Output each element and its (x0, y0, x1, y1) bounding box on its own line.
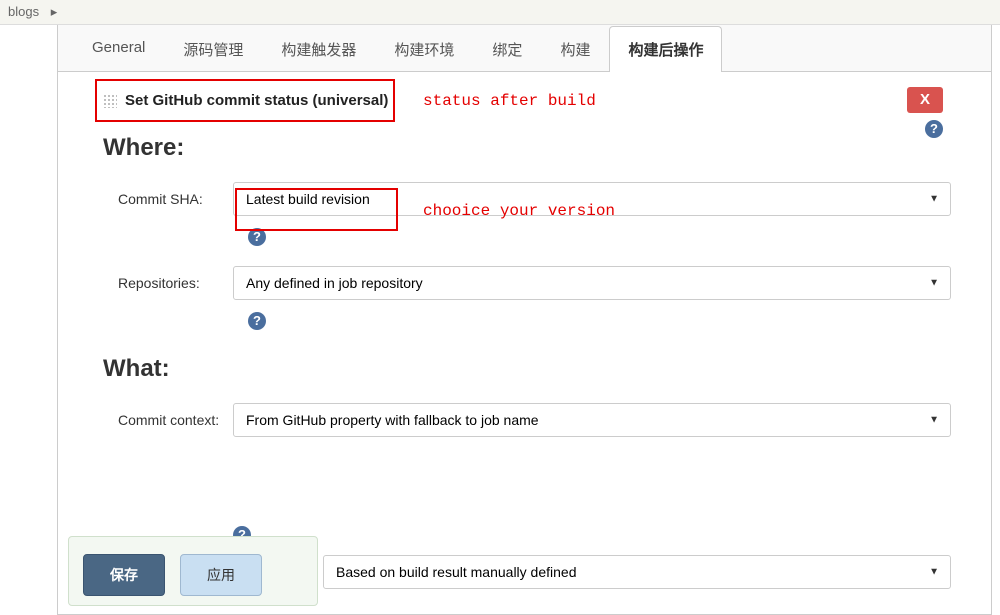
section-title: Set GitHub commit status (universal) (125, 92, 388, 109)
tab-bindings[interactable]: 绑定 (473, 26, 541, 72)
breadcrumb-item[interactable]: blogs (8, 4, 39, 19)
help-icon[interactable]: ? (925, 120, 943, 138)
annotation-text: chooice your version (423, 202, 615, 220)
tab-environment[interactable]: 构建环境 (375, 26, 473, 72)
breadcrumb: blogs ▸ (0, 0, 1000, 25)
status-result-select[interactable]: Based on build result manually defined (323, 555, 951, 589)
config-panel: General 源码管理 构建触发器 构建环境 绑定 构建 构建后操作 Set … (57, 25, 992, 615)
commit-context-label: Commit context: (103, 412, 233, 428)
breadcrumb-separator: ▸ (51, 4, 58, 19)
tab-post-build[interactable]: 构建后操作 (609, 26, 722, 72)
apply-button[interactable]: 应用 (180, 554, 262, 596)
tab-source[interactable]: 源码管理 (164, 26, 262, 72)
save-button[interactable]: 保存 (83, 554, 165, 596)
help-icon[interactable]: ? (248, 312, 266, 330)
status-result-row: Based on build result manually defined ▼ (323, 555, 951, 589)
drag-handle-icon[interactable] (103, 94, 117, 108)
repositories-label: Repositories: (103, 275, 233, 291)
commit-sha-label: Commit SHA: (103, 191, 233, 207)
content-area: Set GitHub commit status (universal) X ?… (58, 72, 991, 469)
commit-context-select[interactable]: From GitHub property with fallback to jo… (233, 403, 951, 437)
close-button[interactable]: X (907, 87, 943, 113)
button-bar: 保存 应用 (83, 554, 262, 596)
tab-general[interactable]: General (73, 26, 164, 72)
tabs-bar: General 源码管理 构建触发器 构建环境 绑定 构建 构建后操作 (58, 25, 991, 72)
repositories-select[interactable]: Any defined in job repository (233, 266, 951, 300)
tab-triggers[interactable]: 构建触发器 (262, 26, 375, 72)
where-heading: Where: (103, 134, 951, 162)
commit-context-row: Commit context: From GitHub property wit… (103, 403, 951, 437)
tab-build[interactable]: 构建 (541, 26, 609, 72)
help-icon[interactable]: ? (248, 228, 266, 246)
what-heading: What: (103, 355, 951, 383)
repositories-row: Repositories: Any defined in job reposit… (103, 266, 951, 300)
annotation-text: status after build (423, 92, 596, 110)
